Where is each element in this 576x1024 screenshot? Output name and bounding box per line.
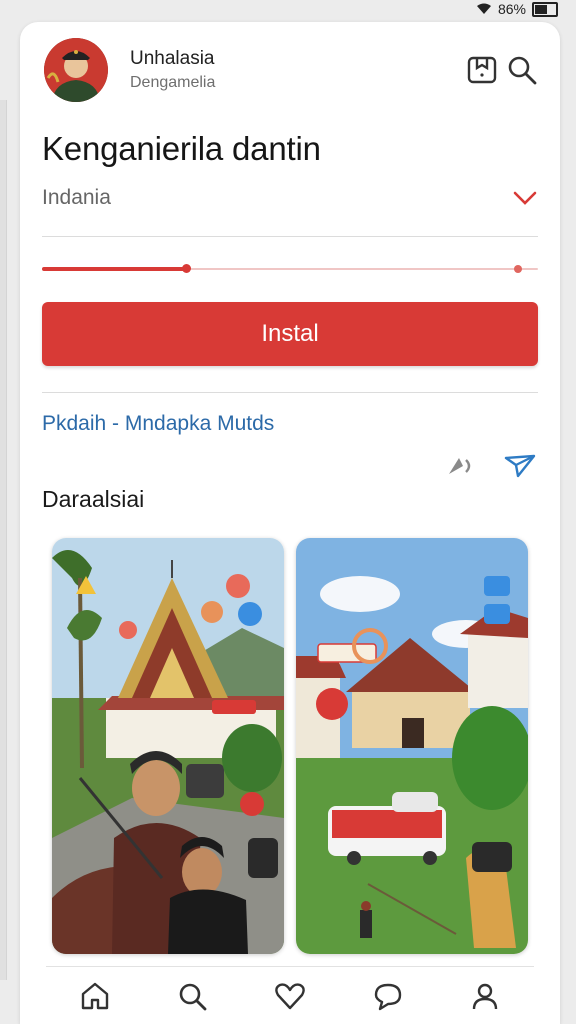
bottom-nav [46,966,534,1024]
divider [42,236,538,237]
app-avatar[interactable] [44,38,108,102]
home-icon [81,982,108,1010]
progress-knob [182,264,191,273]
favorite-icon [275,983,305,1010]
battery-icon [532,1,558,17]
nav-favorites[interactable] [270,976,310,1016]
app-detail-card: Unhalasia Dengamelia Kenganierila dantin… [20,22,560,1024]
nav-chat[interactable] [368,976,408,1016]
profile-icon [472,983,498,1010]
battery-text: 86% [497,1,526,17]
nav-search[interactable] [172,976,212,1016]
nav-home[interactable] [75,976,115,1016]
chat-icon [374,983,401,1011]
bookmark-icon[interactable] [466,54,498,86]
background-panel-edge [0,100,7,980]
progress-fill [42,267,186,271]
share-icon[interactable] [504,452,536,480]
install-button[interactable]: Instal [42,302,538,366]
app-title: Kenganierila dantin [42,130,321,167]
action-row [446,452,536,480]
section-title: Daraalsiai [42,486,145,512]
install-progress [42,264,538,274]
wifi-icon [476,3,491,14]
category-selector[interactable]: Indania [42,180,538,216]
screenshot-village-lawn[interactable] [296,538,528,954]
status-bar: 86% [476,0,558,18]
search-icon [180,983,207,1011]
developer-link[interactable]: Pkdaih - Mndapka Mutds [42,412,274,436]
app-category: Indania [42,186,111,209]
chevron-down-icon[interactable] [512,188,538,208]
screenshot-temple-selfie[interactable] [52,538,284,954]
audio-icon[interactable] [446,452,478,480]
divider [42,392,538,393]
search-icon[interactable] [506,54,538,86]
nav-profile[interactable] [465,976,505,1016]
app-name: Unhalasia [130,48,215,69]
progress-end-dot [514,265,522,273]
app-developer: Dengamelia [130,74,216,91]
app-header: Unhalasia Dengamelia [44,38,538,102]
